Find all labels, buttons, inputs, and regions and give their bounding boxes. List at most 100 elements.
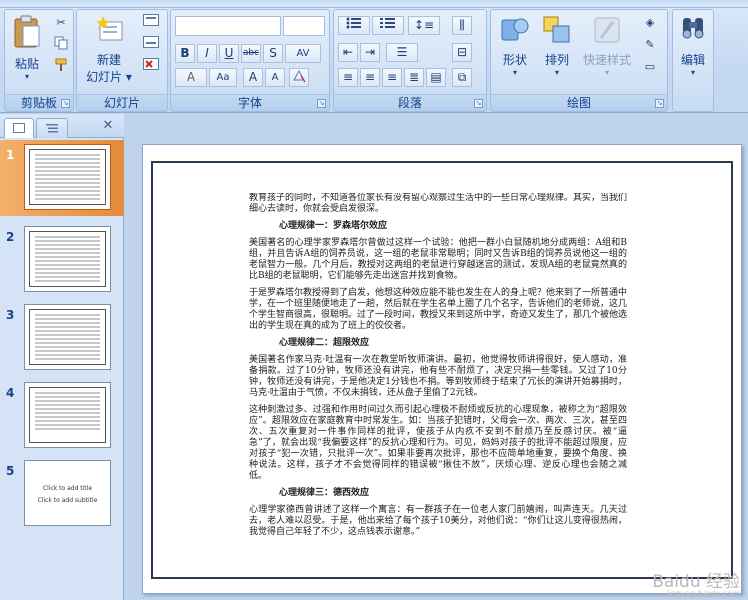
layout-icon[interactable] xyxy=(139,14,163,32)
drawing-group-label: 绘图 xyxy=(491,94,667,111)
thumb-frame xyxy=(29,309,106,365)
edit-button[interactable]: 编辑 ▾ xyxy=(675,14,711,77)
quick-styles-dropdown-icon: ▾ xyxy=(604,68,609,77)
bullets-icon[interactable] xyxy=(338,16,370,35)
bold-button[interactable]: B xyxy=(175,44,195,63)
paragraph-group-label: 段落 xyxy=(334,94,486,111)
font-name-dropdown[interactable] xyxy=(175,16,281,36)
decrease-indent-icon[interactable]: ⇤ xyxy=(338,43,358,62)
edit-dropdown-icon: ▾ xyxy=(690,68,695,77)
slide-number: 4 xyxy=(6,386,15,400)
slide-editor: 教育孩子的同时，不知道各位家长有没有留心观察过生活中的一些日常心理规律。其实，当… xyxy=(125,114,748,600)
change-case-button[interactable]: Aa xyxy=(209,68,237,87)
slides-group: 新建 幻灯片 ▾ 幻灯片 xyxy=(76,9,168,112)
align-right-icon[interactable]: ≡ xyxy=(382,68,402,87)
arrange-icon xyxy=(543,16,570,43)
shape-effects-icon[interactable]: ▭ xyxy=(637,58,663,76)
thumb-frame xyxy=(29,231,106,287)
paragraph-group: ↕≡ ⫼ ⇤ ⇥ ☰ ⊟ ≡ ≡ ≡ ≣ ▤ ⧉ 段落 ↘ xyxy=(333,9,487,112)
clipboard-group: 粘贴 ▾ ✂ 剪贴板 ↘ xyxy=(4,9,74,112)
slide-thumb-image xyxy=(24,144,111,210)
close-panel-icon[interactable]: ✕ xyxy=(100,118,116,134)
cut-icon[interactable]: ✂ xyxy=(51,14,71,32)
italic-button[interactable]: I xyxy=(197,44,217,63)
intro-paragraph: 教育孩子的同时，不知道各位家长有没有留心观察过生活中的一些日常心理规律。其实，当… xyxy=(249,193,627,214)
text-direction-icon[interactable]: ⫼ xyxy=(452,16,472,35)
paste-icon xyxy=(14,15,40,48)
new-slide-label-2-text: 幻灯片 xyxy=(86,70,123,84)
heading-3: 心理规律三：德西效应 xyxy=(279,488,370,498)
grow-font-button[interactable]: A xyxy=(243,68,263,87)
columns-icon[interactable]: ☰ xyxy=(386,43,418,62)
new-slide-label: 新建 xyxy=(96,53,121,67)
char-spacing-button[interactable]: AV xyxy=(285,44,321,63)
align-center-icon[interactable]: ≡ xyxy=(360,68,380,87)
slide-thumb-image xyxy=(24,304,111,370)
clear-format-icon[interactable] xyxy=(289,68,309,87)
slide-number: 1 xyxy=(6,148,15,162)
panel-tabs: ✕ xyxy=(0,114,124,138)
slide-number: 5 xyxy=(6,464,15,478)
slide-thumbnail-5[interactable]: 5 Click to add title Click to add subtit… xyxy=(0,456,124,532)
drawing-launcher-icon[interactable]: ↘ xyxy=(655,99,664,108)
drawing-group: 形状 ▾ 排列 ▾ 快速样式 ▾ ◈ ✎ ▭ 绘图 ↘ xyxy=(490,9,668,112)
shapes-label: 形状 xyxy=(502,53,527,67)
paragraph-4: 这种刺激过多、过强和作用时间过久而引起心理极不耐烦或反抗的心理现象，被称之为“超… xyxy=(249,405,627,481)
smartart-icon[interactable]: ⧉ xyxy=(452,68,472,87)
slide-body-text[interactable]: 教育孩子的同时，不知道各位家长有没有留心观察过生活中的一些日常心理规律。其实，当… xyxy=(249,193,627,573)
current-slide[interactable]: 教育孩子的同时，不知道各位家长有没有留心观察过生活中的一些日常心理规律。其实，当… xyxy=(142,144,742,594)
ribbon: 粘贴 ▾ ✂ 剪贴板 ↘ 新建 幻灯片 ▾ 幻灯片 B I U abc S AV… xyxy=(0,0,748,113)
font-color-button[interactable]: A xyxy=(175,68,207,87)
shapes-dropdown-icon: ▾ xyxy=(512,68,517,77)
binoculars-icon xyxy=(682,18,704,39)
shapes-button[interactable]: 形状 ▾ xyxy=(495,14,535,77)
increase-indent-icon[interactable]: ⇥ xyxy=(360,43,380,62)
distribute-icon[interactable]: ▤ xyxy=(426,68,446,87)
slide-thumbnail-1[interactable]: 1 xyxy=(0,140,124,216)
reset-slide-icon[interactable] xyxy=(139,36,163,54)
slide-thumb-image xyxy=(24,226,111,292)
arrange-button[interactable]: 排列 ▾ xyxy=(537,14,577,77)
tab-outline[interactable] xyxy=(36,118,68,138)
new-slide-label-2: 幻灯片 ▾ xyxy=(86,70,132,84)
underline-button[interactable]: U xyxy=(219,44,239,63)
shrink-font-button[interactable]: A xyxy=(265,68,285,87)
shape-outline-icon[interactable]: ✎ xyxy=(637,36,663,54)
justify-icon[interactable]: ≣ xyxy=(404,68,424,87)
editing-group: 编辑 ▾ xyxy=(672,9,714,112)
clipboard-launcher-icon[interactable]: ↘ xyxy=(61,99,70,108)
tab-slides[interactable] xyxy=(4,118,34,138)
new-slide-button[interactable]: 新建 幻灯片 ▾ xyxy=(81,14,137,85)
slide-thumbnail-3[interactable]: 3 xyxy=(0,300,124,376)
new-slide-icon xyxy=(96,16,123,41)
quick-styles-icon xyxy=(594,17,620,43)
shadow-button[interactable]: S xyxy=(263,44,283,63)
strikethrough-button[interactable]: abc xyxy=(241,44,261,63)
delete-slide-icon[interactable] xyxy=(139,58,163,76)
thumb-title-placeholder: Click to add title xyxy=(42,485,93,492)
shape-fill-icon[interactable]: ◈ xyxy=(637,14,663,32)
paragraph-3: 美国著名作家马克·吐温有一次在教堂听牧师演讲。最初，他觉得牧师讲得很好，使人感动… xyxy=(249,355,627,398)
thumb-placeholder-text: Click to add title Click to add subtitle xyxy=(25,483,110,507)
arrange-label: 排列 xyxy=(544,53,569,67)
format-painter-icon[interactable] xyxy=(51,58,71,76)
copy-icon[interactable] xyxy=(51,36,71,54)
heading-2: 心理规律二：超限效应 xyxy=(279,338,370,348)
line-spacing-icon[interactable]: ↕≡ xyxy=(408,16,440,35)
paragraph-launcher-icon[interactable]: ↘ xyxy=(474,99,483,108)
thumb-subtitle-placeholder: Click to add subtitle xyxy=(37,497,98,504)
slide-thumb-image: Click to add title Click to add subtitle xyxy=(24,460,111,526)
paragraph-1: 美国著名的心理学家罗森塔尔曾做过这样一个试验：他把一群小白鼠随机地分成两组：A组… xyxy=(249,238,627,281)
slide-thumbnail-2[interactable]: 2 xyxy=(0,222,124,298)
thumb-frame xyxy=(29,387,106,443)
watermark-url: jingyan.baidu.com xyxy=(666,589,740,598)
quick-styles-button[interactable]: 快速样式 ▾ xyxy=(579,14,635,77)
align-left-icon[interactable]: ≡ xyxy=(338,68,358,87)
font-size-dropdown[interactable] xyxy=(283,16,325,36)
slide-number: 3 xyxy=(6,308,15,322)
numbering-icon[interactable] xyxy=(372,16,404,35)
align-text-icon[interactable]: ⊟ xyxy=(452,43,472,62)
paste-button[interactable]: 粘贴 ▾ xyxy=(9,14,45,81)
slide-thumbnail-4[interactable]: 4 xyxy=(0,378,124,454)
font-launcher-icon[interactable]: ↘ xyxy=(317,99,326,108)
